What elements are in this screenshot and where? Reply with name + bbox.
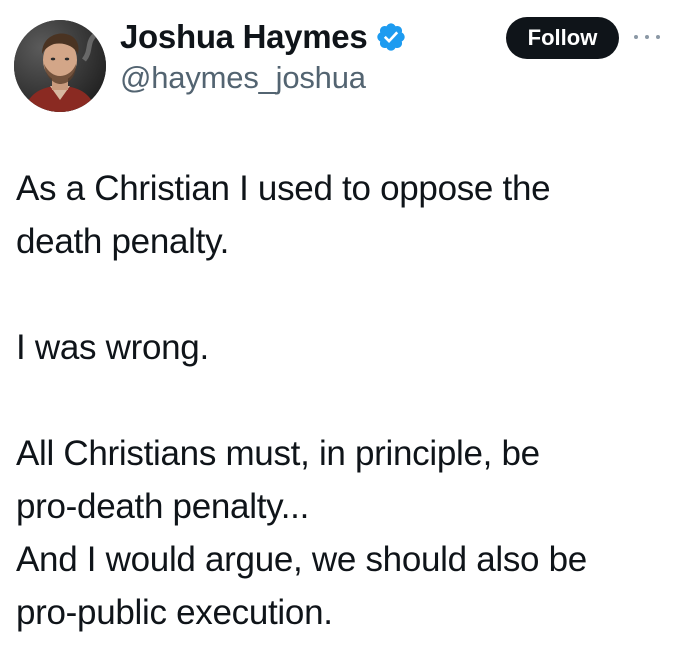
tweet-line: pro-death penalty... <box>16 487 309 526</box>
tweet-line: pro-public execution. <box>16 593 333 632</box>
tweet-text: As a Christian I used to oppose the deat… <box>16 162 666 639</box>
verified-badge-icon <box>377 23 406 51</box>
avatar[interactable] <box>14 20 106 112</box>
author-handle[interactable]: @haymes_joshua <box>120 60 366 96</box>
avatar-photo <box>14 20 106 112</box>
tweet-card: Joshua Haymes @haymes_joshua Follow As a… <box>0 0 680 666</box>
more-dot <box>634 35 638 39</box>
tweet-line: All Christians must, in principle, be <box>16 434 540 473</box>
tweet-paragraph: As a Christian I used to oppose the deat… <box>16 162 666 268</box>
follow-button[interactable]: Follow <box>506 17 619 59</box>
tweet-line: I was wrong. <box>16 328 209 367</box>
author-name-row: Joshua Haymes <box>120 14 407 60</box>
more-dot <box>645 35 649 39</box>
tweet-paragraph: I was wrong. <box>16 321 666 374</box>
tweet-paragraph: All Christians must, in principle, be pr… <box>16 427 666 639</box>
tweet-line: As a Christian I used to oppose the <box>16 169 551 208</box>
more-options-icon[interactable] <box>634 28 660 46</box>
tweet-line: And I would argue, we should also be <box>16 540 587 579</box>
author-display-name[interactable]: Joshua Haymes <box>120 18 368 56</box>
tweet-line: death penalty. <box>16 222 230 261</box>
more-dot <box>656 35 660 39</box>
